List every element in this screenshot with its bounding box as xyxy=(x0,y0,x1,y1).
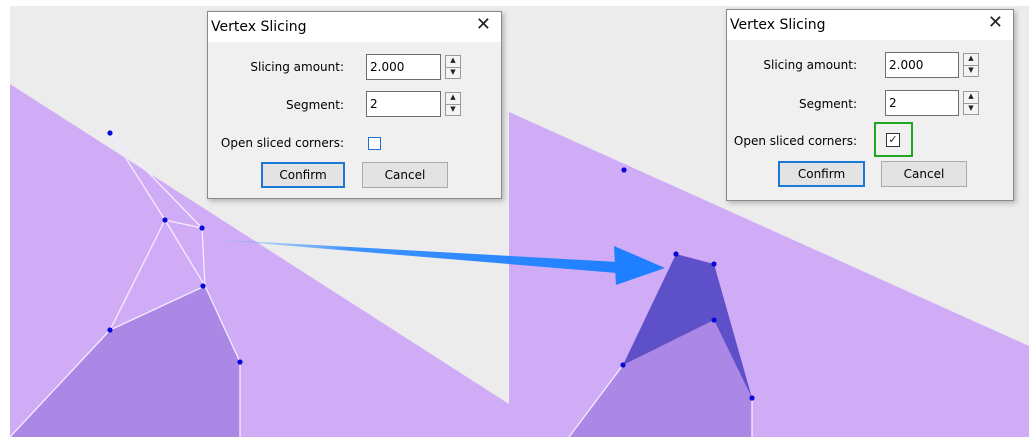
slicing-amount-spinner[interactable]: ▲ ▼ xyxy=(445,55,461,79)
vertex-slicing-dialog-before: Vertex Slicing ✕ Slicing amount: ▲ ▼ Seg… xyxy=(207,11,502,199)
cancel-button[interactable]: Cancel xyxy=(881,161,967,187)
slicing-amount-input[interactable] xyxy=(885,52,959,78)
dialog-titlebar: Vertex Slicing ✕ xyxy=(727,10,1013,40)
vertex-slicing-dialog-after: Vertex Slicing ✕ Slicing amount: ▲ ▼ Seg… xyxy=(726,9,1014,201)
confirm-button[interactable]: Confirm xyxy=(778,161,865,187)
spin-up-icon[interactable]: ▲ xyxy=(445,55,461,68)
vertex xyxy=(711,317,717,323)
close-icon[interactable]: ✕ xyxy=(988,13,1003,33)
vertex xyxy=(107,327,113,333)
slicing-amount-spinner[interactable]: ▲ ▼ xyxy=(963,53,979,77)
spin-down-icon[interactable]: ▼ xyxy=(445,104,461,116)
spin-down-icon[interactable]: ▼ xyxy=(963,65,979,77)
open-sliced-corners-checkbox[interactable] xyxy=(368,137,381,150)
slicing-amount-label: Slicing amount: xyxy=(250,60,344,74)
open-sliced-corners-label: Open sliced corners: xyxy=(733,134,857,148)
vertex xyxy=(711,261,717,267)
open-sliced-corners-label: Open sliced corners: xyxy=(220,136,344,150)
vertex xyxy=(199,225,205,231)
vertex xyxy=(107,130,113,136)
confirm-button[interactable]: Confirm xyxy=(261,162,345,188)
spin-up-icon[interactable]: ▲ xyxy=(963,91,979,104)
vertex xyxy=(200,283,206,289)
vertex xyxy=(673,251,679,257)
dialog-title: Vertex Slicing xyxy=(730,17,826,33)
spin-up-icon[interactable]: ▲ xyxy=(445,92,461,105)
cancel-button[interactable]: Cancel xyxy=(362,162,448,188)
spin-up-icon[interactable]: ▲ xyxy=(963,53,979,66)
dialog-title: Vertex Slicing xyxy=(211,19,307,35)
segment-label: Segment: xyxy=(798,97,857,111)
vertex xyxy=(621,167,627,173)
segment-input[interactable] xyxy=(885,90,959,116)
vertex xyxy=(749,395,755,401)
vertex xyxy=(620,362,626,368)
vertex xyxy=(162,217,168,223)
close-icon[interactable]: ✕ xyxy=(476,15,491,35)
vertex xyxy=(237,359,243,365)
open-sliced-corners-checkbox[interactable]: ✓ xyxy=(886,133,900,147)
spin-down-icon[interactable]: ▼ xyxy=(963,103,979,115)
spin-down-icon[interactable]: ▼ xyxy=(445,67,461,79)
slicing-amount-input[interactable] xyxy=(366,54,441,80)
segment-label: Segment: xyxy=(285,98,344,112)
segment-spinner[interactable]: ▲ ▼ xyxy=(963,91,979,115)
dialog-titlebar: Vertex Slicing ✕ xyxy=(208,12,501,42)
segment-input[interactable] xyxy=(366,91,441,117)
slicing-amount-label: Slicing amount: xyxy=(763,58,857,72)
segment-spinner[interactable]: ▲ ▼ xyxy=(445,92,461,116)
